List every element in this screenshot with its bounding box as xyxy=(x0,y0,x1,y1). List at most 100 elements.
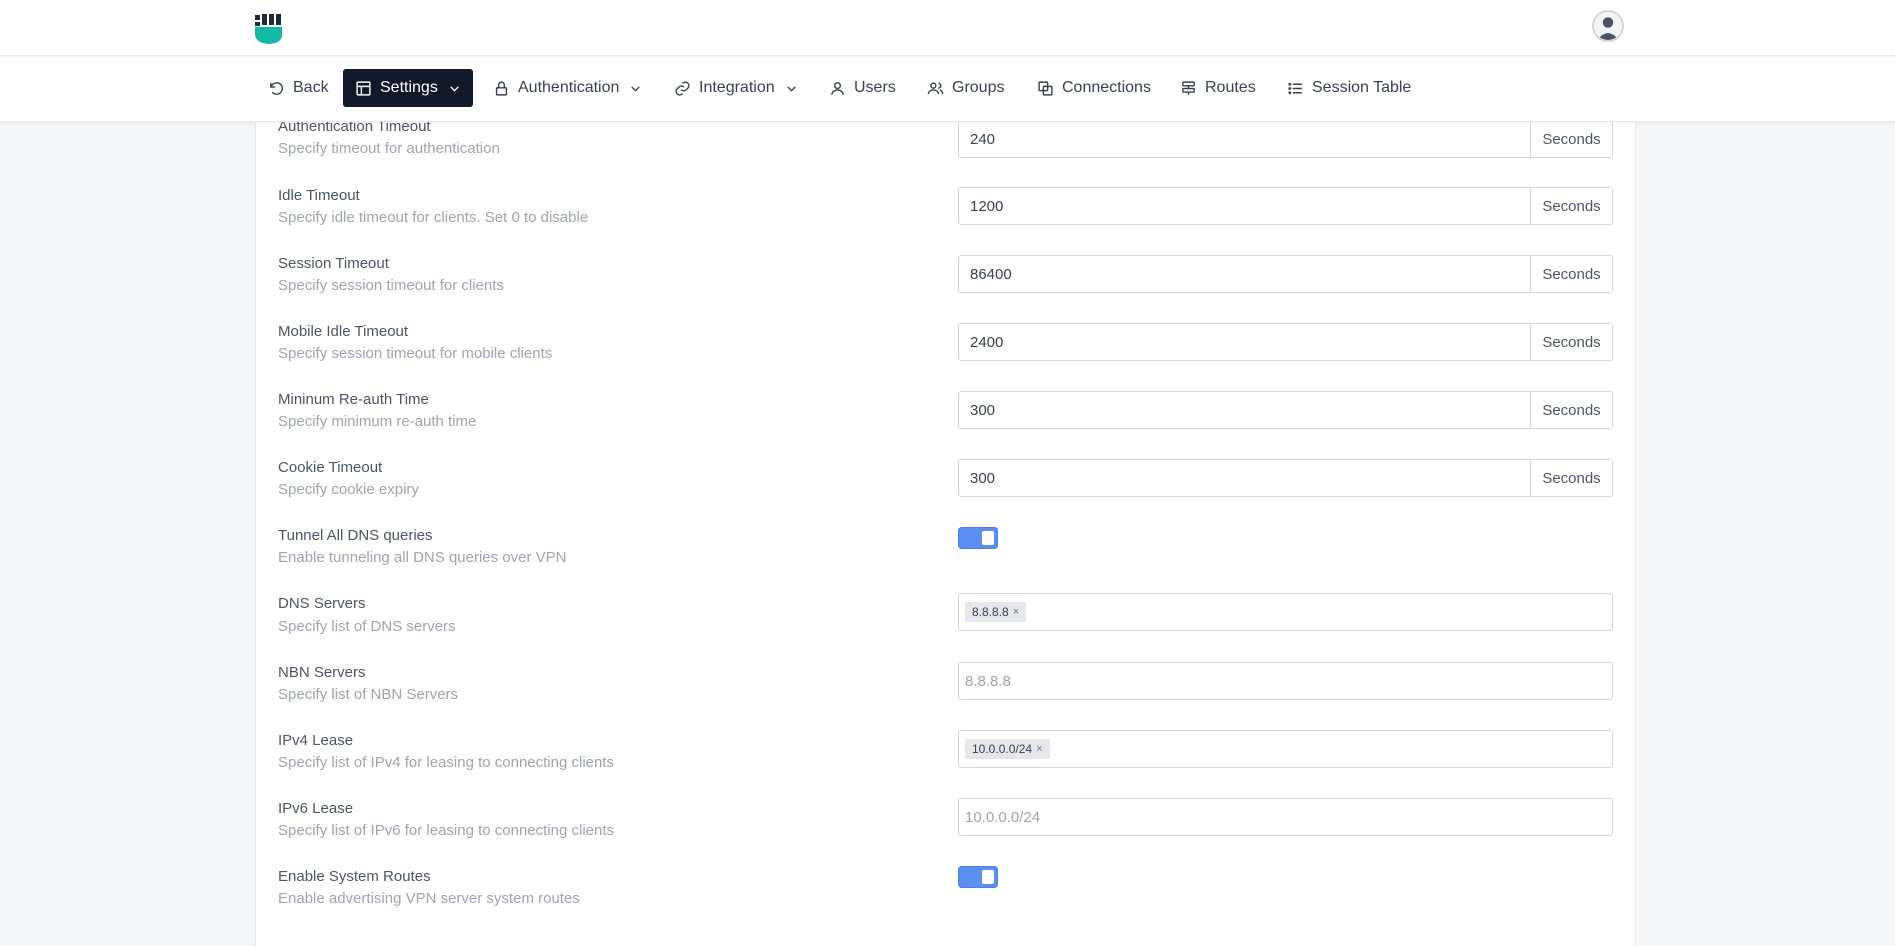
cookie-timeout-value[interactable]: 300 xyxy=(959,460,1530,496)
seconds-addon: Seconds xyxy=(1530,392,1612,428)
tag-value: 10.0.0.0/24 xyxy=(972,742,1033,756)
dns-servers-input[interactable]: 8.8.8.8 × xyxy=(958,593,1613,631)
routes-label: Routes xyxy=(1205,79,1256,96)
system-routes-toggle[interactable] xyxy=(958,866,998,888)
mobile-idle-timeout-input[interactable]: 2400 Seconds xyxy=(958,323,1613,361)
lock-icon xyxy=(495,80,508,96)
setting-dns-servers: DNS Servers Specify list of DNS servers … xyxy=(256,593,1637,663)
toggle-knob xyxy=(982,531,994,545)
user-avatar-icon xyxy=(1594,12,1622,40)
setting-tunnel-dns: Tunnel All DNS queries Enable tunneling … xyxy=(256,527,1637,595)
setting-description: Specify list of IPv6 for leasing to conn… xyxy=(278,822,615,839)
minimum-reauth-value[interactable]: 300 xyxy=(959,392,1530,428)
settings-label: Settings xyxy=(380,79,438,96)
chevron-down-icon xyxy=(786,85,796,92)
settings-card: Authentication Timeout Specify timeout f… xyxy=(255,100,1636,946)
idle-timeout-input[interactable]: 1200 Seconds xyxy=(958,187,1613,225)
undo-icon xyxy=(270,81,284,95)
authentication-timeout-value[interactable]: 240 xyxy=(959,121,1530,157)
app-logo-icon[interactable] xyxy=(254,13,284,45)
seconds-addon: Seconds xyxy=(1530,324,1612,360)
setting-description: Specify list of DNS servers xyxy=(278,618,456,635)
nav-groups[interactable]: Groups xyxy=(915,69,1016,107)
nav-settings[interactable]: Settings xyxy=(343,69,473,107)
ipv4-lease-tag: 10.0.0.0/24 × xyxy=(965,739,1050,759)
tunnel-dns-toggle[interactable] xyxy=(958,527,998,549)
top-bar xyxy=(0,0,1895,56)
back-label: Back xyxy=(293,79,329,96)
authentication-label: Authentication xyxy=(518,79,620,96)
seconds-addon: Seconds xyxy=(1530,188,1612,224)
setting-label: IPv6 Lease xyxy=(278,800,354,817)
setting-label: Cookie Timeout xyxy=(278,459,383,476)
session-timeout-input[interactable]: 86400 Seconds xyxy=(958,255,1613,293)
setting-label: IPv4 Lease xyxy=(278,732,354,749)
groups-label: Groups xyxy=(952,79,1005,96)
dns-server-tag: 8.8.8.8 × xyxy=(965,602,1027,622)
layout-icon xyxy=(356,80,371,96)
setting-label: Mobile Idle Timeout xyxy=(278,323,409,340)
remove-tag-icon[interactable]: × xyxy=(1013,606,1019,618)
setting-mobile-idle-timeout: Mobile Idle Timeout Specify session time… xyxy=(256,323,1637,391)
setting-description: Specify list of NBN Servers xyxy=(278,686,459,703)
setting-minimum-reauth-time: Mininum Re-auth Time Specify minimum re-… xyxy=(256,391,1637,459)
users-label: Users xyxy=(854,79,896,96)
ipv6-lease-placeholder: 10.0.0.0/24 xyxy=(965,808,1041,826)
setting-label: Idle Timeout xyxy=(278,187,360,204)
remove-tag-icon[interactable]: × xyxy=(1036,743,1042,755)
setting-description: Specify session timeout for clients xyxy=(278,277,504,294)
integration-label: Integration xyxy=(699,79,775,96)
nbn-servers-input[interactable]: 8.8.8.8 xyxy=(958,662,1613,700)
list-icon xyxy=(1288,82,1302,94)
setting-description: Enable tunneling all DNS queries over VP… xyxy=(278,549,567,566)
nav-users[interactable]: Users xyxy=(817,69,908,107)
setting-label: Session Timeout xyxy=(278,255,389,272)
authentication-timeout-input[interactable]: 240 Seconds xyxy=(958,120,1613,158)
link-icon xyxy=(675,80,690,96)
minimum-reauth-input[interactable]: 300 Seconds xyxy=(958,391,1613,429)
routes-icon xyxy=(1182,80,1195,95)
connections-label: Connections xyxy=(1062,79,1151,96)
setting-label: DNS Servers xyxy=(278,595,366,612)
users-group-icon xyxy=(927,81,944,94)
setting-description: Enable advertising VPN server system rou… xyxy=(278,890,580,907)
nbn-servers-placeholder: 8.8.8.8 xyxy=(965,672,1011,690)
setting-label: NBN Servers xyxy=(278,664,366,681)
setting-idle-timeout: Idle Timeout Specify idle timeout for cl… xyxy=(256,187,1637,255)
nav-connections[interactable]: Connections xyxy=(1025,69,1163,107)
session-table-label: Session Table xyxy=(1312,79,1412,96)
setting-description: Specify timeout for authentication xyxy=(278,140,500,157)
nav-integration[interactable]: Integration xyxy=(662,69,810,107)
setting-description: Specify minimum re-auth time xyxy=(278,413,477,430)
setting-label: Tunnel All DNS queries xyxy=(278,527,433,544)
main-navigation: Back Settings Authentication Integration… xyxy=(0,57,1895,122)
setting-cookie-timeout: Cookie Timeout Specify cookie expiry 300… xyxy=(256,459,1637,527)
mobile-idle-timeout-value[interactable]: 2400 xyxy=(959,324,1530,360)
nav-authentication[interactable]: Authentication xyxy=(481,69,654,107)
chevron-down-icon xyxy=(450,85,459,92)
chevron-down-icon xyxy=(631,85,641,92)
setting-authentication-timeout: Authentication Timeout Specify timeout f… xyxy=(256,118,1637,187)
idle-timeout-value[interactable]: 1200 xyxy=(959,188,1530,224)
user-avatar[interactable] xyxy=(1592,10,1624,42)
setting-ipv4-lease: IPv4 Lease Specify list of IPv4 for leas… xyxy=(256,730,1637,800)
seconds-addon: Seconds xyxy=(1530,460,1612,496)
setting-description: Specify session timeout for mobile clien… xyxy=(278,345,553,362)
toggle-knob xyxy=(982,870,994,884)
setting-nbn-servers: NBN Servers Specify list of NBN Servers … xyxy=(256,662,1637,732)
setting-enable-system-routes: Enable System Routes Enable advertising … xyxy=(256,866,1637,936)
connections-icon xyxy=(1038,80,1053,96)
setting-description: Specify list of IPv4 for leasing to conn… xyxy=(278,754,615,771)
setting-label: Enable System Routes xyxy=(278,868,431,885)
session-timeout-value[interactable]: 86400 xyxy=(959,256,1530,292)
nav-session-table[interactable]: Session Table xyxy=(1275,69,1423,107)
setting-label: Mininum Re-auth Time xyxy=(278,391,429,408)
back-button[interactable]: Back xyxy=(256,69,341,107)
tag-value: 8.8.8.8 xyxy=(972,605,1009,619)
cookie-timeout-input[interactable]: 300 Seconds xyxy=(958,459,1613,497)
nav-routes[interactable]: Routes xyxy=(1168,69,1268,107)
seconds-addon: Seconds xyxy=(1530,121,1612,157)
ipv6-lease-input[interactable]: 10.0.0.0/24 xyxy=(958,798,1613,836)
seconds-addon: Seconds xyxy=(1530,256,1612,292)
ipv4-lease-input[interactable]: 10.0.0.0/24 × xyxy=(958,730,1613,768)
